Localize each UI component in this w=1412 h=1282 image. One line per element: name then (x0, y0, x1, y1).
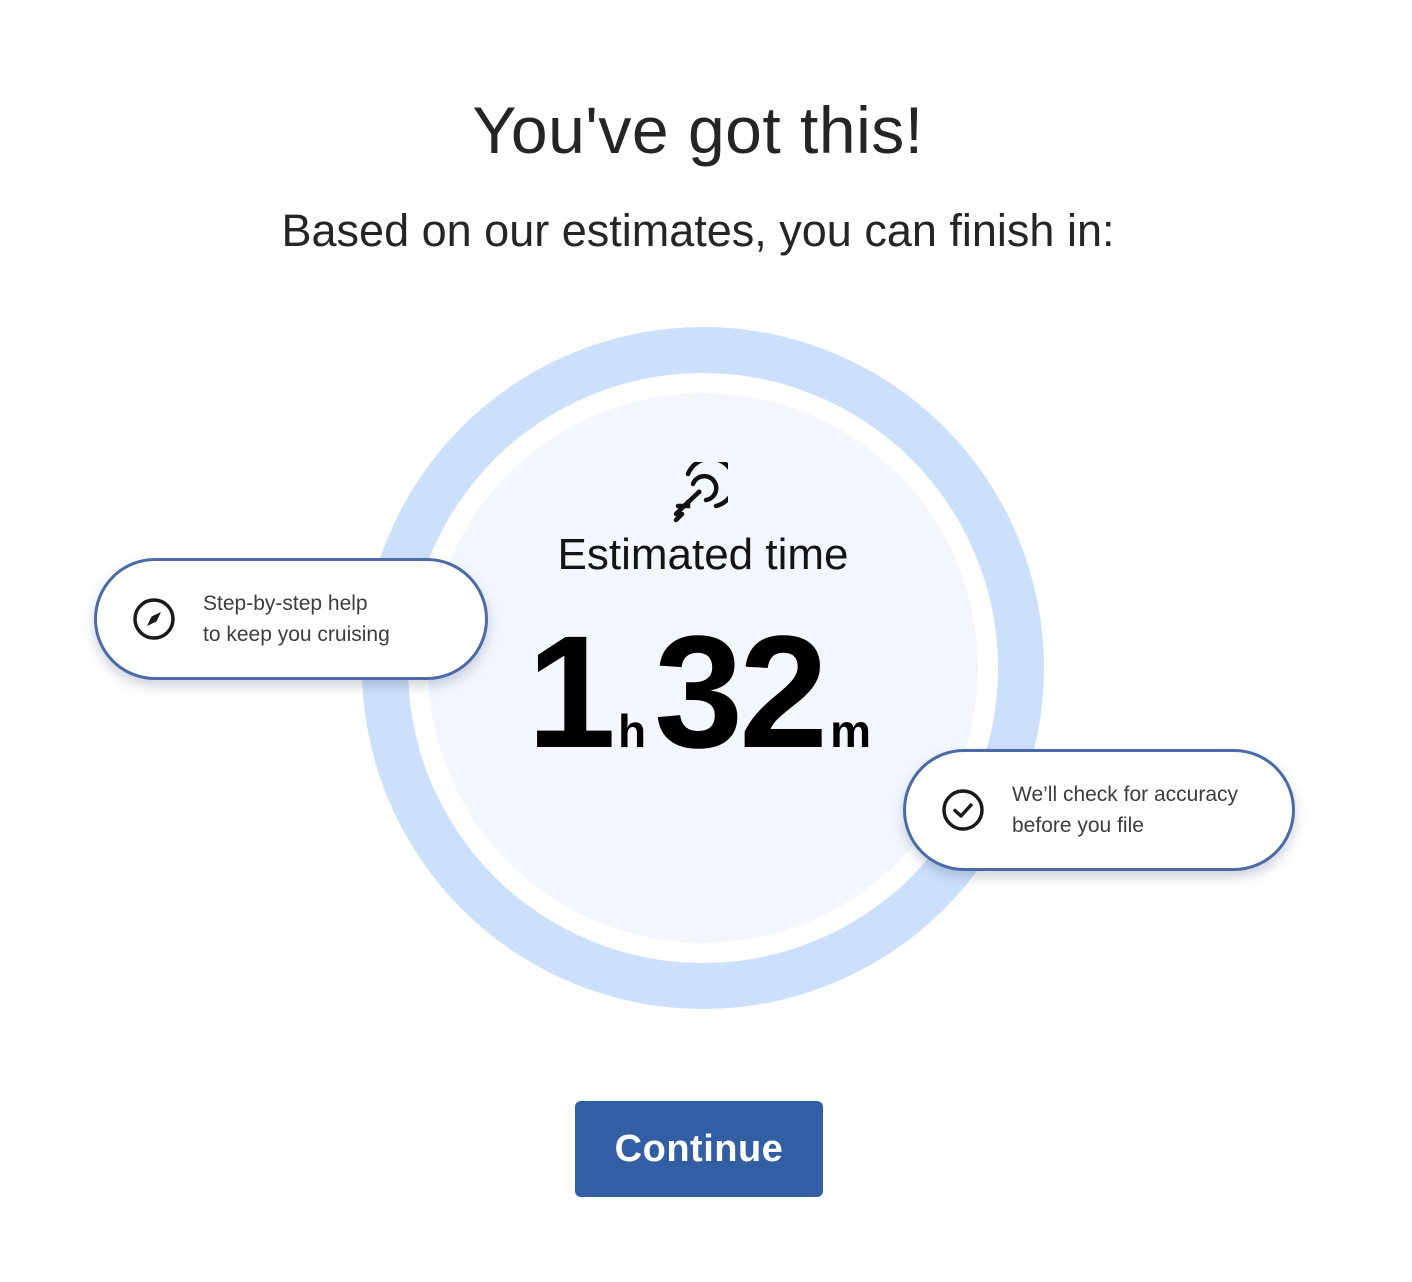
continue-button[interactable]: Continue (575, 1101, 823, 1197)
feature-text: Step-by-step help to keep you cruising (203, 588, 390, 650)
feature-pill-accuracy-check: We’ll check for accuracy before you file (903, 749, 1295, 871)
target-rocket-icon (673, 462, 728, 523)
estimated-time: 1 h 32 m (408, 612, 998, 772)
feature-line: before you file (1012, 814, 1144, 837)
minutes-value: 32 (654, 602, 828, 781)
page-title: You've got this! (472, 93, 924, 167)
feature-line: to keep you cruising (203, 623, 390, 646)
hours-value: 1 (527, 602, 616, 781)
estimate-label: Estimated time (557, 530, 849, 579)
feature-pill-step-by-step: Step-by-step help to keep you cruising (94, 558, 488, 680)
page-subtitle: Based on our estimates, you can finish i… (281, 205, 1115, 256)
feature-text: We’ll check for accuracy before you file (1012, 779, 1238, 841)
page: You've got this! Based on our estimates,… (0, 0, 1412, 1282)
compass-icon (133, 598, 175, 640)
feature-line: We’ll check for accuracy (1012, 783, 1239, 806)
hours-unit: h (618, 705, 647, 757)
minutes-unit: m (830, 705, 871, 757)
check-circle-icon (942, 789, 984, 831)
feature-line: Step-by-step help (203, 592, 368, 615)
